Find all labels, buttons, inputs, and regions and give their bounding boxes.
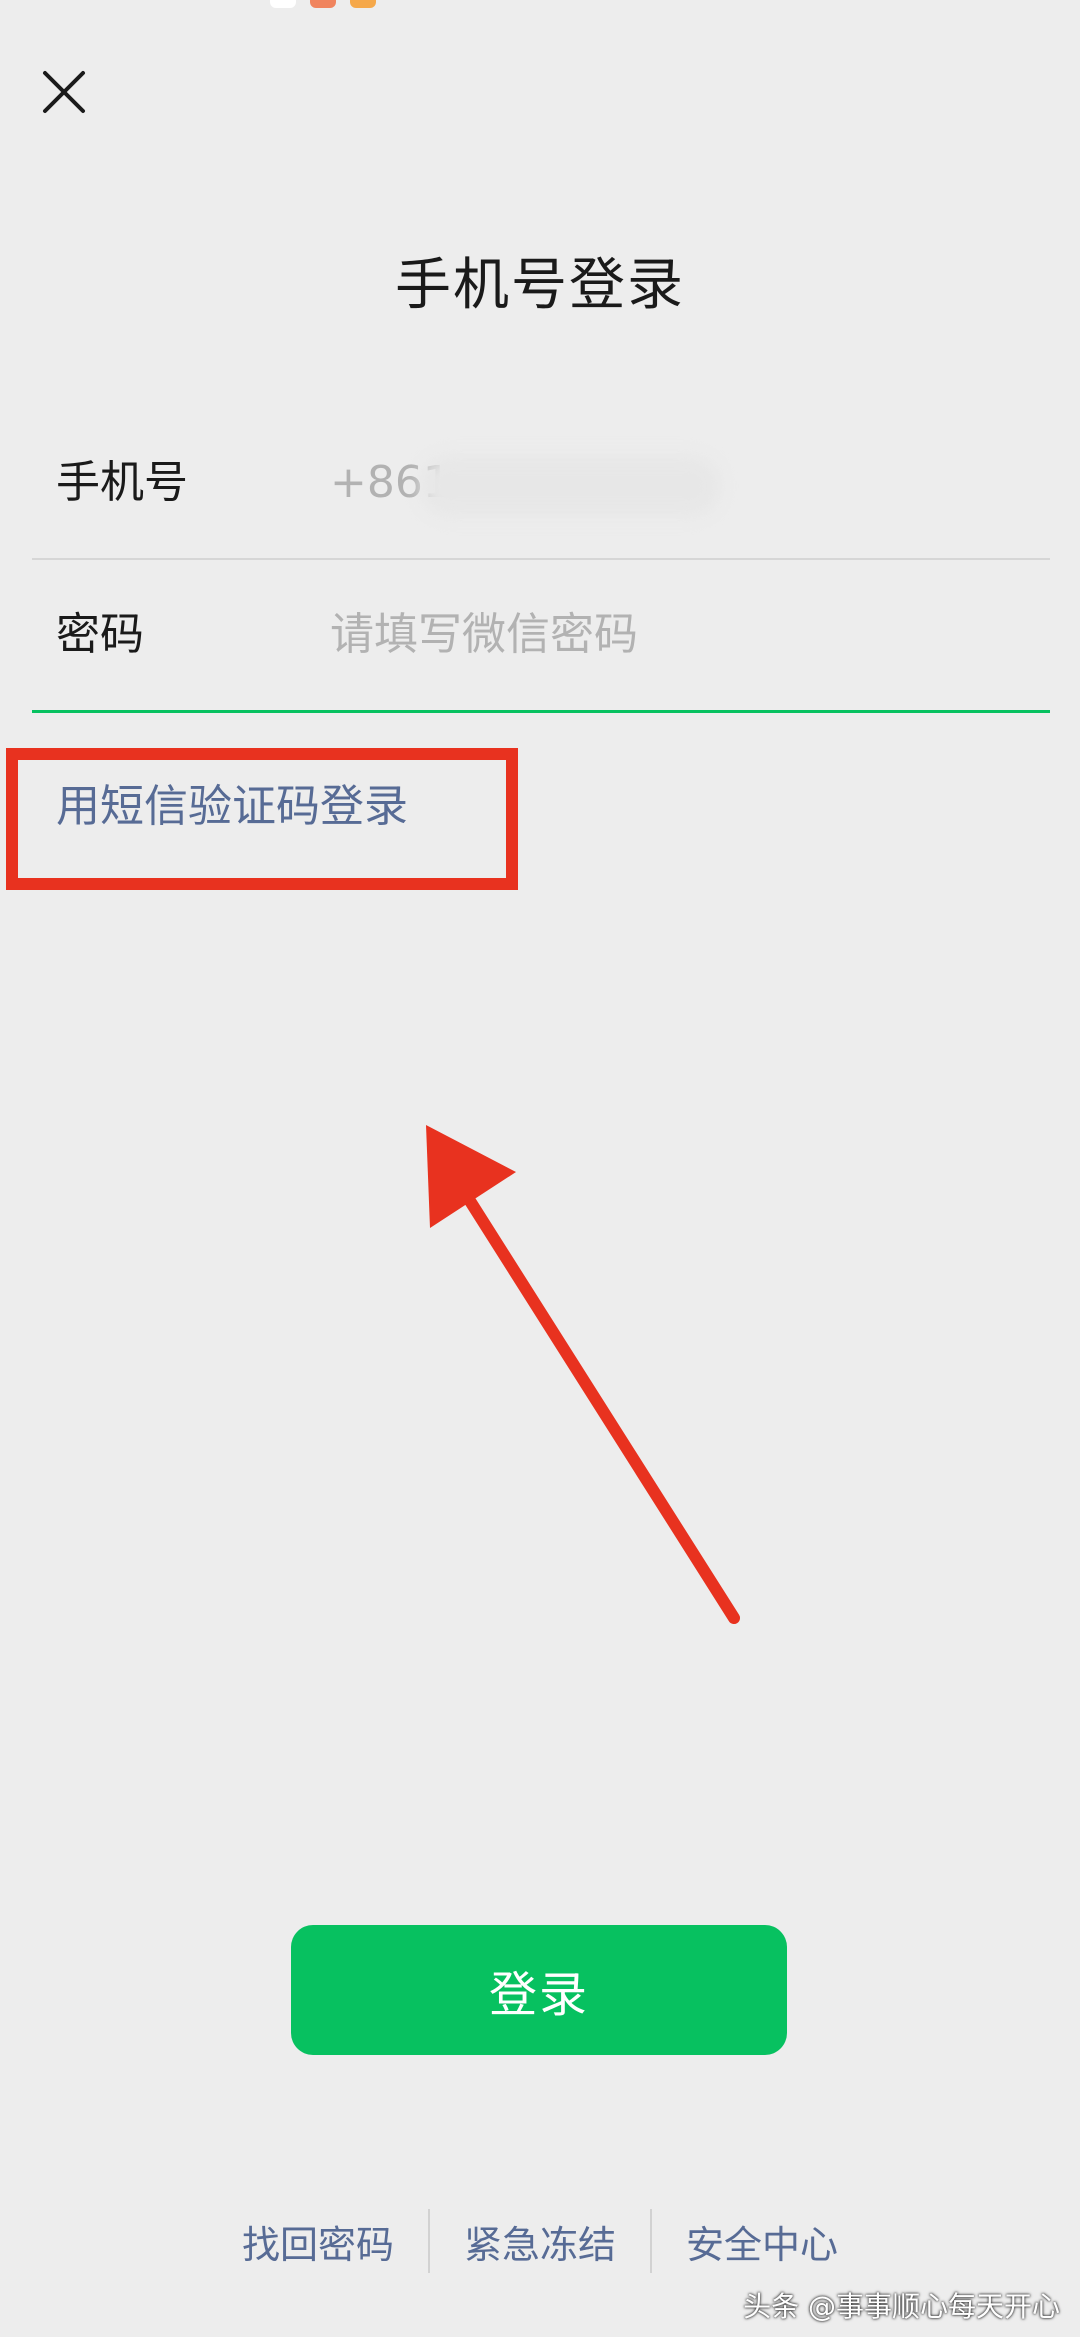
phone-label: 手机号 (56, 457, 188, 508)
status-bar (0, 0, 1080, 14)
emergency-freeze-link[interactable]: 紧急冻结 (430, 2214, 650, 2269)
arrow-head (426, 1125, 516, 1228)
login-button[interactable]: 登录 (291, 1925, 787, 2055)
security-center-link[interactable]: 安全中心 (652, 2214, 872, 2269)
close-icon (43, 71, 85, 113)
footer-links: 找回密码 紧急冻结 安全中心 (0, 2206, 1080, 2276)
status-icon (350, 0, 376, 8)
close-button[interactable] (34, 62, 94, 122)
watermark: 头条 @事事顺心每天开心 (743, 2290, 1060, 2323)
status-icon (310, 0, 336, 8)
password-input[interactable]: 请填写微信密码 (330, 560, 638, 710)
password-row[interactable]: 密码 请填写微信密码 (32, 560, 1050, 713)
find-password-link[interactable]: 找回密码 (208, 2214, 428, 2269)
arrow-shaft (452, 1176, 740, 1624)
password-label: 密码 (56, 609, 144, 660)
status-icon (270, 0, 296, 8)
page-title: 手机号登录 (395, 253, 685, 318)
phone-number-blur (420, 456, 720, 516)
sms-login-link[interactable]: 用短信验证码登录 (56, 770, 408, 834)
